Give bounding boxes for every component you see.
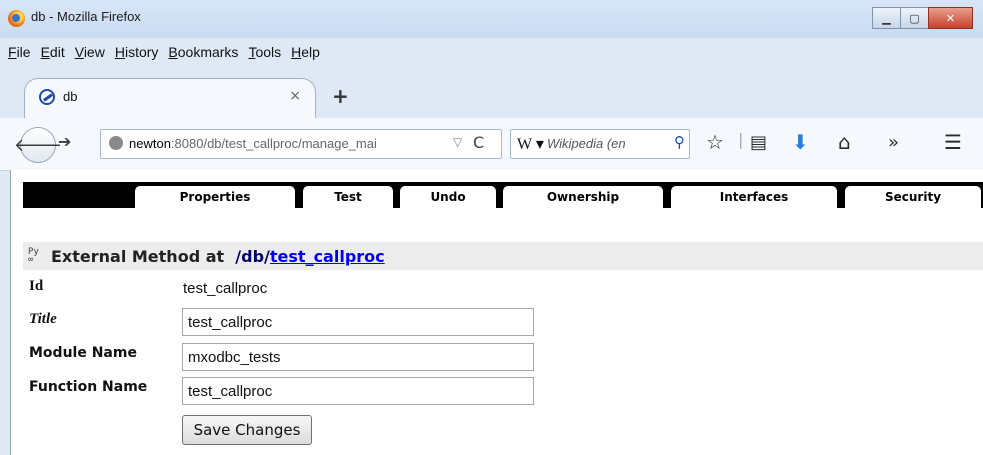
zope-favicon-icon	[39, 89, 55, 105]
bookmarks-list-icon[interactable]: ▤	[750, 133, 767, 153]
title-path: /db/	[235, 247, 270, 266]
menu-bar: File Edit View History Bookmarks Tools H…	[0, 44, 322, 66]
url-text: newton:8080/db/test_callproc/manage_mai	[129, 136, 377, 151]
title-bar: db - Mozilla Firefox ▁ ▢ ✕	[0, 0, 983, 38]
menu-tools[interactable]: Tools	[248, 44, 281, 66]
menu-view[interactable]: View	[75, 44, 105, 66]
zmi-tab-strip: Properties Test Undo Ownership Interface…	[23, 182, 983, 208]
overflow-icon[interactable]: »	[888, 133, 899, 153]
back-button[interactable]: 🡐	[14, 127, 62, 163]
tab-undo[interactable]: Undo	[400, 186, 496, 208]
browser-window: db - Mozilla Firefox ▁ ▢ ✕ File Edit Vie…	[0, 0, 983, 455]
id-value: test_callproc	[183, 280, 268, 297]
external-method-icon: Py ∞	[28, 247, 39, 265]
id-label: Id	[29, 278, 44, 294]
star-icon[interactable]: ☆	[706, 132, 724, 152]
menu-help[interactable]: Help	[291, 44, 320, 66]
search-input[interactable]: Wikipedia (en	[547, 136, 663, 151]
title-field[interactable]	[182, 308, 534, 336]
menu-icon[interactable]: ☰	[944, 132, 962, 152]
tab-properties[interactable]: Properties	[135, 186, 295, 208]
firefox-logo-icon	[8, 10, 25, 27]
tab-bar: db × +	[0, 72, 983, 119]
window-controls: ▁ ▢ ✕	[872, 7, 973, 29]
page-title-text: External Method at /db/test_callproc	[51, 247, 385, 266]
title-prefix: External Method at	[51, 247, 225, 266]
url-bar[interactable]: newton:8080/db/test_callproc/manage_mai …	[100, 129, 502, 159]
menu-edit[interactable]: Edit	[41, 44, 65, 66]
window-title: db - Mozilla Firefox	[31, 9, 141, 24]
menu-bookmarks[interactable]: Bookmarks	[168, 44, 238, 66]
tab-title: db	[63, 89, 78, 104]
module-name-label: Module Name	[29, 345, 137, 361]
forward-button[interactable]: ➔	[58, 132, 71, 151]
url-host: newton	[129, 136, 171, 151]
tab-test[interactable]: Test	[303, 186, 393, 208]
toolbar-separator: |	[738, 130, 744, 149]
close-window-button[interactable]: ✕	[928, 7, 973, 29]
downloads-icon[interactable]: ⬇	[792, 132, 809, 152]
page-title: Py ∞ External Method at /db/test_callproc	[23, 242, 983, 270]
search-engine-letter: W	[517, 136, 532, 153]
new-tab-button[interactable]: +	[332, 84, 349, 108]
search-bar[interactable]: W ▾ Wikipedia (en ⚲	[510, 129, 690, 159]
url-path: :8080/db/test_callproc/manage_mai	[170, 136, 377, 151]
home-icon[interactable]: ⌂	[838, 132, 851, 152]
tab-ownership[interactable]: Ownership	[503, 186, 663, 208]
tab-close-icon[interactable]: ×	[289, 88, 301, 104]
menu-history[interactable]: History	[115, 44, 159, 66]
globe-icon	[109, 136, 123, 150]
function-name-label: Function Name	[29, 379, 148, 395]
external-method-icon-text: Py	[28, 247, 39, 257]
tab-interfaces[interactable]: Interfaces	[671, 186, 837, 208]
module-name-field[interactable]	[182, 343, 534, 371]
search-icon[interactable]: ⚲	[674, 133, 685, 151]
object-link[interactable]: test_callproc	[270, 247, 385, 266]
maximize-button[interactable]: ▢	[900, 7, 929, 29]
navigation-toolbar: 🡐 ➔ newton:8080/db/test_callproc/manage_…	[0, 118, 983, 171]
title-label: Title	[29, 311, 57, 327]
search-engine-icon[interactable]: W ▾	[517, 134, 544, 154]
url-dropdown-icon[interactable]: ▽	[453, 135, 462, 149]
reload-button[interactable]: C	[473, 133, 484, 152]
tab-security[interactable]: Security	[845, 186, 981, 208]
minimize-button[interactable]: ▁	[872, 7, 901, 29]
page-content: Properties Test Undo Ownership Interface…	[10, 170, 983, 455]
menu-file[interactable]: File	[8, 44, 31, 66]
function-name-field[interactable]	[182, 377, 534, 405]
browser-tab[interactable]: db ×	[24, 78, 316, 119]
save-changes-button[interactable]: Save Changes	[182, 415, 312, 445]
